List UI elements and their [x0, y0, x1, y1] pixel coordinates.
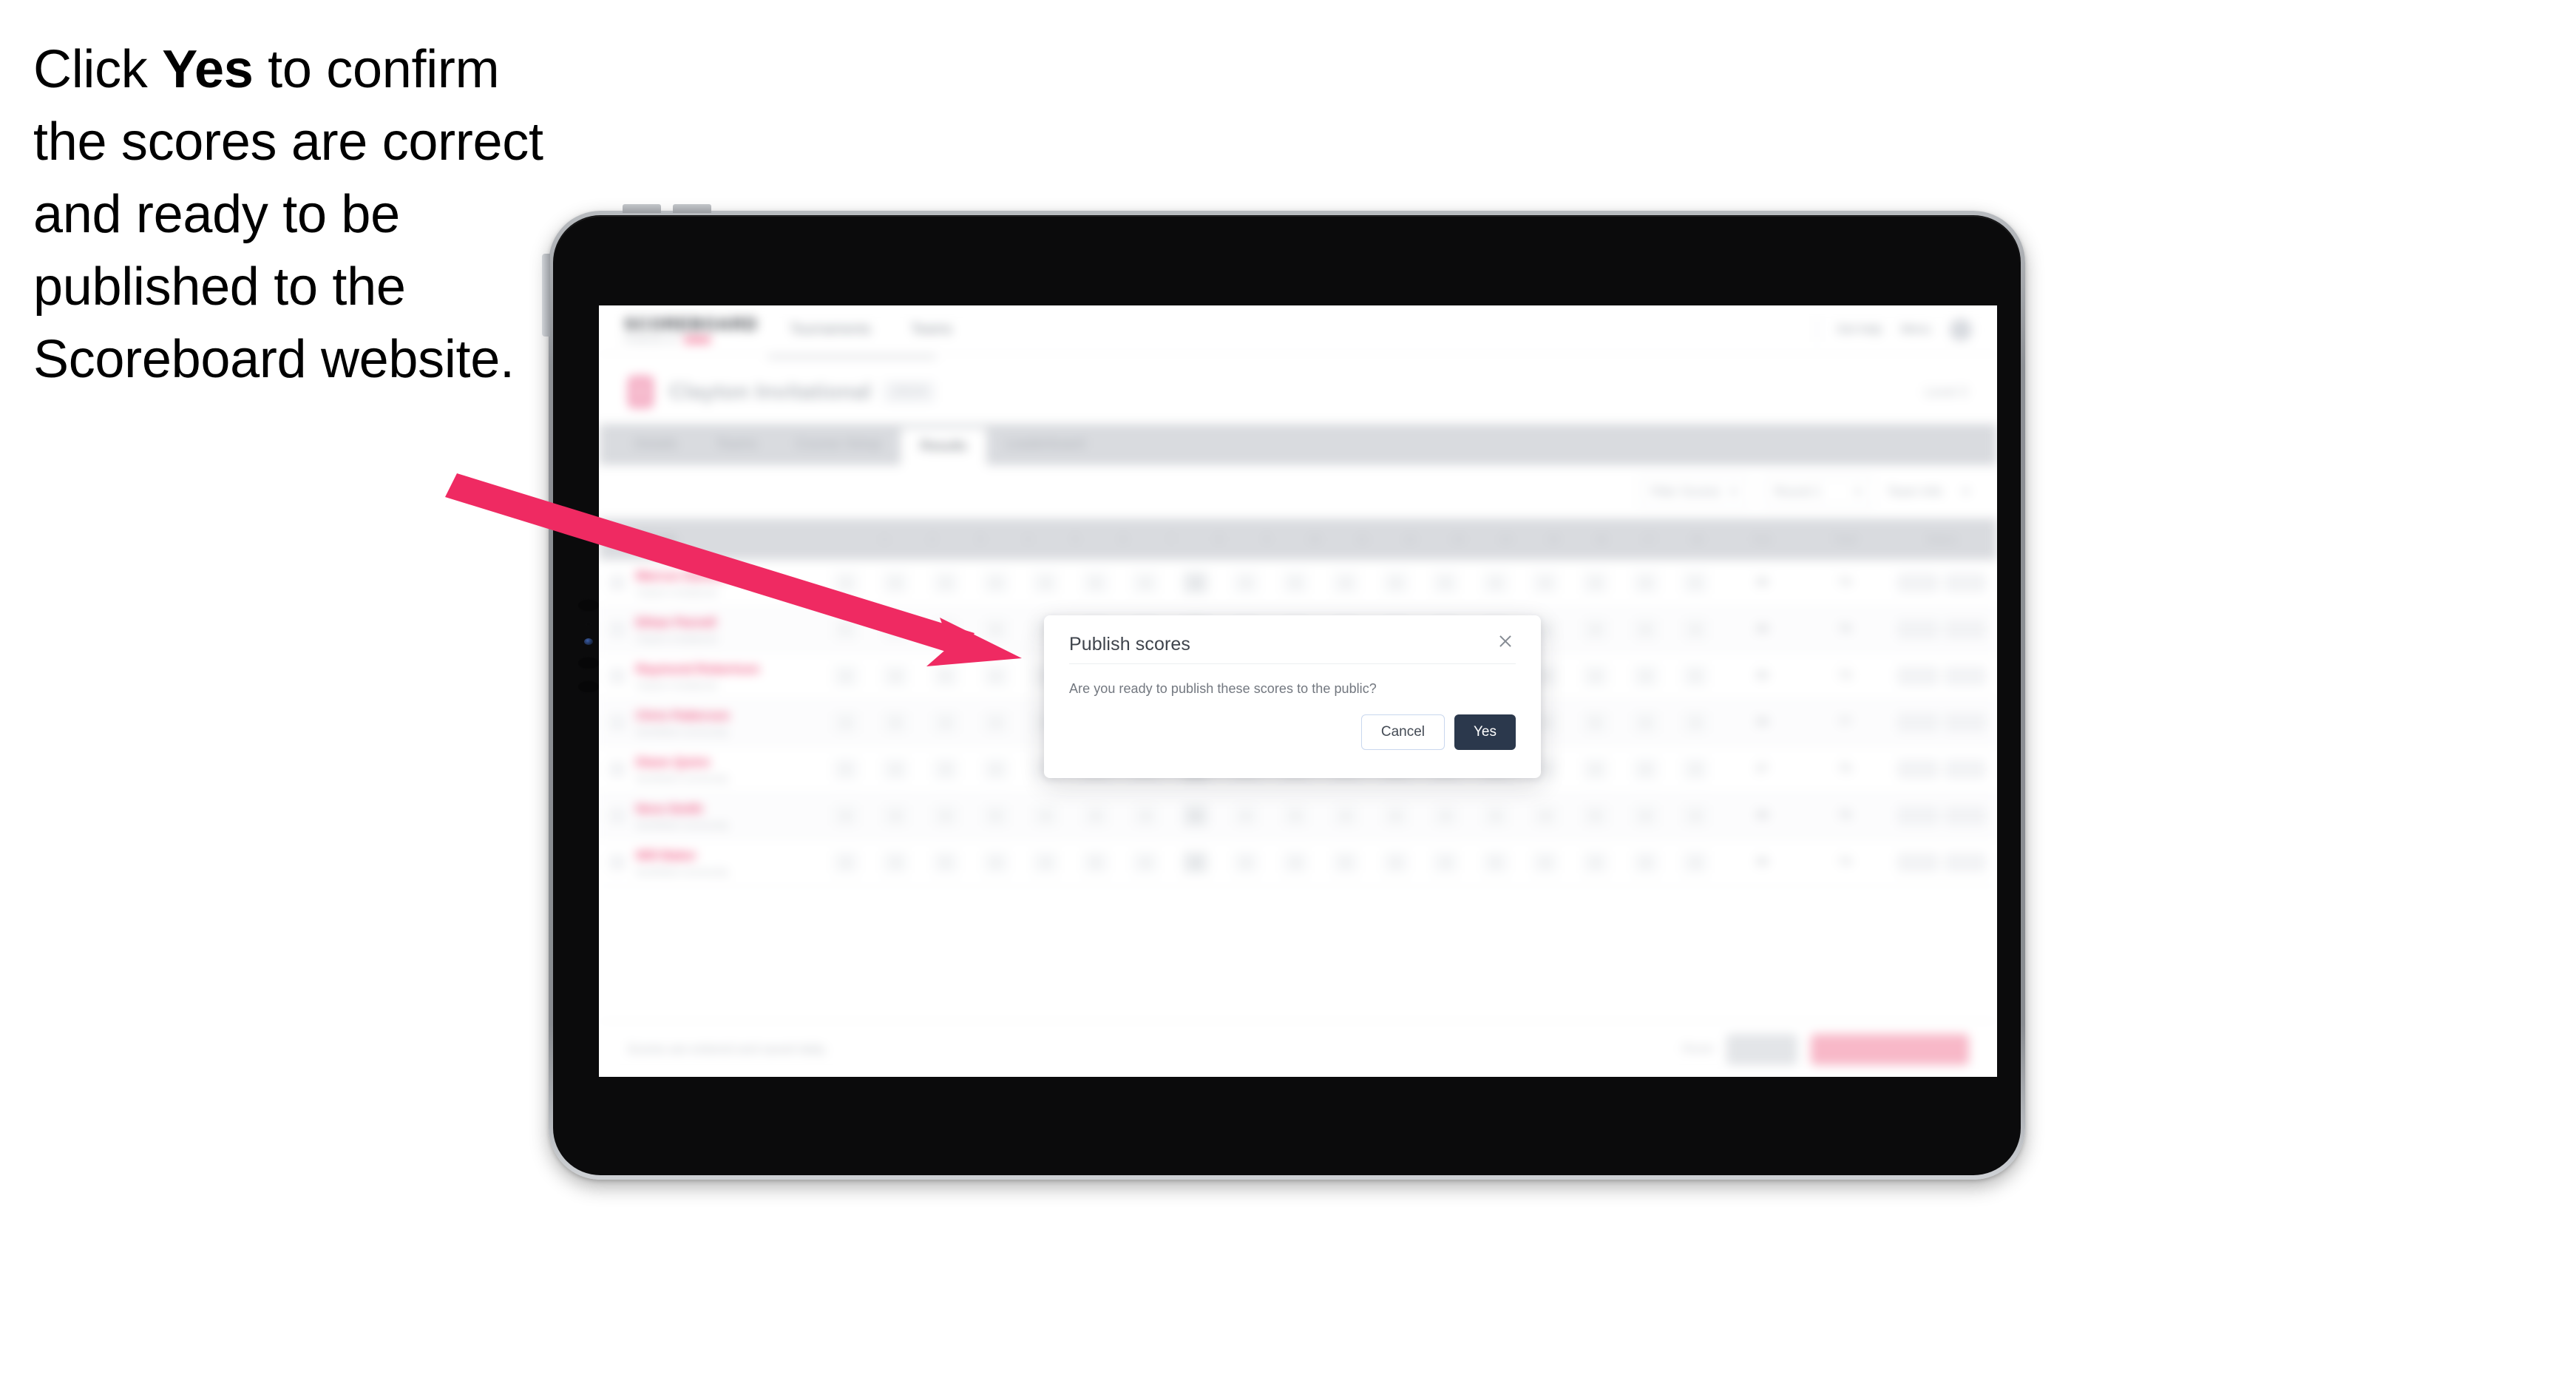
publish-scores-dialog: Publish scores Are you ready to publish … [1044, 615, 1541, 778]
dialog-actions: Cancel Yes [1360, 714, 1516, 750]
caption-prefix: Click [33, 40, 163, 99]
volume-up-button[interactable] [623, 204, 661, 213]
cancel-button[interactable]: Cancel [1360, 714, 1445, 750]
instruction-caption: Click Yes to confirm the scores are corr… [33, 34, 573, 396]
close-icon[interactable] [1495, 631, 1516, 652]
speaker-grille-icon [577, 598, 600, 612]
speaker-grille-icon [577, 680, 600, 694]
microphone-icon [586, 622, 592, 626]
camera-icon [584, 638, 593, 645]
device-screen: SCOREBOARD POWERED BY Tournaments Teams … [599, 305, 1997, 1077]
caption-emphasis: Yes [162, 40, 254, 99]
power-button[interactable] [542, 254, 550, 337]
dialog-message: Are you ready to publish these scores to… [1069, 680, 1377, 696]
dialog-header: Publish scores [1069, 634, 1516, 664]
modal-overlay: Publish scores Are you ready to publish … [599, 305, 1997, 1077]
volume-down-button[interactable] [673, 204, 711, 213]
yes-button[interactable]: Yes [1454, 714, 1516, 750]
dialog-title: Publish scores [1069, 634, 1190, 655]
speaker-grille-icon [577, 656, 600, 670]
